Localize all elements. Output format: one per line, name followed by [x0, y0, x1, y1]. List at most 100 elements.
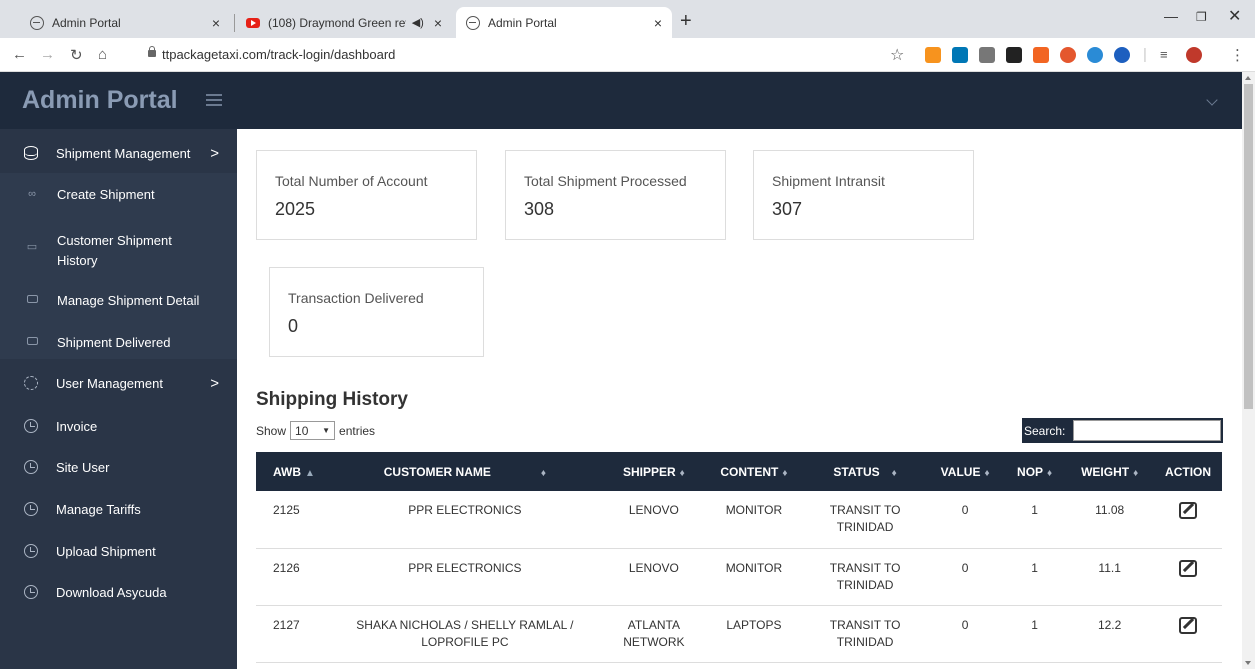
column-header-value[interactable]: VALUE ♦	[926, 452, 1005, 491]
forward-icon[interactable]: →	[40, 46, 55, 63]
infinity-icon: ∞	[28, 188, 36, 200]
search-input[interactable]	[1073, 420, 1221, 441]
sidebar-item-download-asycuda[interactable]: Download Asycuda	[0, 581, 237, 603]
rss-extension-icon[interactable]	[925, 47, 941, 63]
sort-asc-icon: ▲	[305, 467, 315, 479]
monitor-icon: ▭	[26, 241, 38, 253]
tab-close-icon[interactable]: ×	[434, 15, 442, 31]
browser-tab[interactable]: Admin Portal ×	[20, 7, 230, 38]
cell-shipper: LENOVO	[603, 548, 704, 606]
sidebar-item-shipment-management[interactable]: Shipment Management >	[0, 143, 237, 163]
tab-close-icon[interactable]: ×	[212, 15, 220, 31]
submenu-item-create-shipment[interactable]: ∞ Create Shipment	[0, 183, 237, 205]
sidebar-item-invoice[interactable]: Invoice	[0, 415, 237, 437]
profile-avatar[interactable]	[1186, 47, 1202, 63]
menu-icon[interactable]: ⋮	[1230, 46, 1245, 64]
chevron-right-icon: >	[210, 374, 219, 392]
edit-icon[interactable]	[1179, 616, 1198, 634]
column-header-customer-name[interactable]: CUSTOMER NAME ♦	[325, 452, 604, 491]
bookmark-star-icon[interactable]: ☆	[890, 45, 904, 65]
submenu-item-shipment-delivered[interactable]: Shipment Delivered	[0, 331, 237, 353]
cell-awb: 2126	[256, 548, 326, 606]
submenu-item-customer-shipment-history[interactable]: ▭ Customer Shipment History	[0, 231, 237, 271]
submenu-item-label: Customer Shipment History	[57, 233, 172, 268]
cell-action	[1154, 605, 1222, 663]
linkedin-extension-icon[interactable]	[952, 47, 968, 63]
sidebar-item-label: Manage Tariffs	[56, 501, 141, 517]
stat-value: 2025	[275, 199, 316, 219]
sidebar-item-site-user[interactable]: Site User	[0, 456, 237, 478]
tab-close-icon[interactable]: ×	[654, 15, 662, 31]
cell-awb: 2127	[256, 605, 326, 663]
page-scrollbar[interactable]	[1242, 72, 1255, 669]
sidebar-item-label: Site User	[56, 459, 110, 475]
table-row: 2127 SHAKA NICHOLAS / SHELLY RAMLAL / LO…	[256, 605, 1222, 663]
window-close-icon[interactable]: ✕	[1228, 6, 1241, 26]
column-header-content[interactable]: CONTENT ♦	[703, 452, 804, 491]
scroll-down-icon[interactable]	[1245, 661, 1251, 665]
sidebar-item-manage-tariffs[interactable]: Manage Tariffs	[0, 498, 237, 520]
column-header-shipper[interactable]: SHIPPER ♦	[603, 452, 704, 491]
column-header-status[interactable]: STATUS ♦	[803, 452, 927, 491]
entries-length-control: Show 10 ▼ entries	[256, 421, 375, 440]
audio-icon[interactable]: ◀)	[412, 16, 424, 29]
stat-value: 307	[772, 199, 803, 219]
cell-weight: 11.1	[1065, 548, 1155, 606]
reload-icon[interactable]: ↻	[70, 46, 83, 64]
hamburger-icon[interactable]	[206, 94, 222, 106]
minimize-icon[interactable]: —	[1164, 8, 1178, 24]
reading-list-icon[interactable]: ≡	[1160, 47, 1168, 62]
sort-icon: ♦	[891, 467, 897, 479]
column-header-awb[interactable]: AWB ▲	[256, 452, 326, 491]
table-row: 2126 PPR ELECTRONICS LENOVO MONITOR TRAN…	[256, 548, 1222, 606]
dropdown-arrow-icon: ▼	[322, 426, 331, 435]
edit-icon[interactable]	[1179, 502, 1198, 519]
cell-weight: 11.08	[1065, 491, 1155, 549]
sidebar-item-user-management[interactable]: User Management >	[0, 372, 237, 394]
stat-card-transactions-delivered: Transaction Delivered 0	[269, 267, 484, 357]
globe-icon	[466, 15, 480, 30]
browser-tab-active[interactable]: Admin Portal ×	[456, 7, 672, 38]
sidebar-item-label: Invoice	[56, 418, 98, 434]
column-header-weight[interactable]: WEIGHT ♦	[1065, 452, 1155, 491]
color-extension-icon[interactable]	[1060, 47, 1076, 63]
restore-icon[interactable]: ❐	[1196, 10, 1207, 24]
card-icon	[26, 294, 38, 306]
submenu-item-label: Manage Shipment Detail	[57, 292, 200, 308]
sort-icon: ♦	[540, 467, 546, 479]
chevron-down-icon[interactable]	[1206, 94, 1218, 106]
table-row: 2125 PPR ELECTRONICS LENOVO MONITOR TRAN…	[256, 491, 1222, 549]
clock-icon	[24, 544, 38, 558]
sidebar-item-upload-shipment[interactable]: Upload Shipment	[0, 540, 237, 562]
stat-label: Total Shipment Processed	[524, 173, 687, 189]
cell-content: MONITOR	[703, 491, 804, 549]
grammar-extension-icon[interactable]	[979, 47, 995, 63]
cell-shipper: ATLANTA NETWORK	[603, 605, 704, 663]
cell-content: MONITOR	[703, 548, 804, 606]
back-icon[interactable]: ←	[12, 46, 27, 63]
scrollbar-thumb[interactable]	[1244, 84, 1253, 409]
submenu-item-manage-shipment-detail[interactable]: Manage Shipment Detail	[0, 289, 237, 311]
home-icon[interactable]: ⌂	[98, 46, 107, 63]
tab-title: (108) Draymond Green revea	[268, 15, 406, 30]
address-bar: ← → ↻ ⌂ ttpackagetaxi.com/track-login/da…	[0, 38, 1255, 72]
new-tab-button[interactable]: +	[680, 10, 692, 33]
tab-title: Admin Portal	[52, 15, 121, 30]
url-field[interactable]: ttpackagetaxi.com/track-login/dashboard	[162, 47, 395, 62]
browser-tab-bar: Admin Portal × (108) Draymond Green reve…	[0, 0, 1255, 38]
cell-value: 0	[926, 548, 1005, 606]
column-header-nop[interactable]: NOP ♦	[1004, 452, 1066, 491]
extension-icon[interactable]	[1114, 47, 1130, 63]
edit-icon[interactable]	[1179, 559, 1198, 577]
stat-value: 308	[524, 199, 555, 219]
sidebar-submenu: ∞ Create Shipment ▭ Customer Shipment His…	[0, 173, 237, 359]
extension-icon[interactable]	[1087, 47, 1103, 63]
browser-tab[interactable]: (108) Draymond Green revea ◀) ×	[236, 7, 452, 38]
extension-icon[interactable]	[1006, 47, 1022, 63]
scroll-up-icon[interactable]	[1245, 76, 1251, 80]
globe-icon	[30, 15, 44, 30]
entries-select[interactable]: 10 ▼	[290, 421, 336, 440]
sort-icon: ♦	[1133, 467, 1139, 479]
gear-icon	[24, 376, 38, 390]
rss-extension-icon[interactable]	[1033, 47, 1049, 63]
